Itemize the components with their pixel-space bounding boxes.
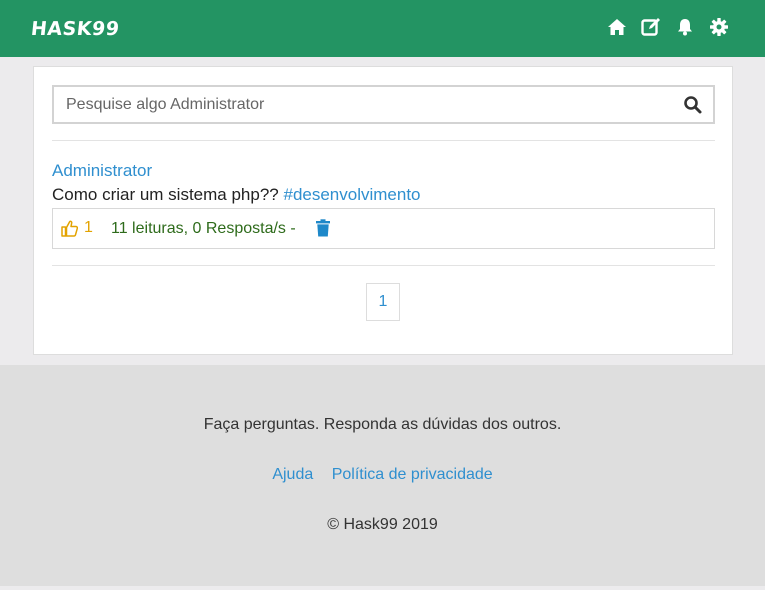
like-button[interactable]: 1 bbox=[61, 219, 93, 237]
post-author-link[interactable]: Administrator bbox=[52, 161, 152, 181]
post-question: Como criar um sistema php?? #desenvolvim… bbox=[52, 185, 421, 205]
post-meta-bar: 1 11 leituras, 0 Resposta/s - bbox=[52, 208, 715, 249]
bell-icon[interactable] bbox=[675, 17, 695, 37]
privacy-policy-link[interactable]: Política de privacidade bbox=[332, 466, 493, 483]
nav-icons bbox=[607, 17, 729, 37]
divider bbox=[52, 265, 715, 266]
footer-tagline: Faça perguntas. Responda as dúvidas dos … bbox=[203, 416, 562, 433]
search-input[interactable] bbox=[54, 87, 674, 122]
footer: Faça perguntas. Responda as dúvidas dos … bbox=[0, 365, 765, 586]
edit-icon[interactable] bbox=[641, 17, 661, 37]
help-link[interactable]: Ajuda bbox=[272, 466, 313, 483]
trash-icon[interactable] bbox=[315, 219, 331, 239]
gear-icon[interactable] bbox=[709, 17, 729, 37]
thumbs-up-icon bbox=[61, 220, 78, 237]
top-navbar: HASK99 bbox=[0, 0, 765, 57]
footer-links: Ajuda Política de privacidade bbox=[0, 466, 765, 484]
content-card: Administrator Como criar um sistema php?… bbox=[33, 66, 733, 355]
post-tag-link[interactable]: #desenvolvimento bbox=[283, 185, 420, 204]
search-box bbox=[52, 85, 715, 124]
home-icon[interactable] bbox=[607, 17, 627, 37]
post-stats: 11 leituras, 0 Resposta/s - bbox=[111, 220, 296, 237]
search-icon[interactable] bbox=[683, 95, 703, 115]
pagination-page-1[interactable]: 1 bbox=[366, 283, 400, 321]
divider bbox=[52, 140, 715, 141]
copyright: © Hask99 2019 bbox=[327, 516, 438, 533]
site-logo[interactable]: HASK99 bbox=[30, 18, 121, 40]
question-text[interactable]: Como criar um sistema php?? bbox=[52, 185, 283, 204]
like-count: 1 bbox=[84, 219, 93, 236]
